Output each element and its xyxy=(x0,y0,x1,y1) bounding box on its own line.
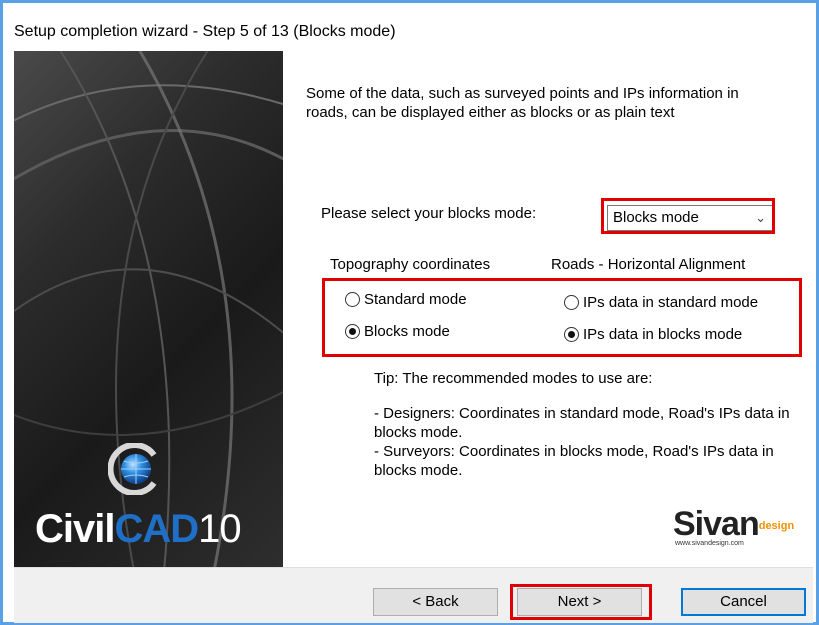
tip-body: - Designers: Coordinates in standard mod… xyxy=(374,404,804,480)
tip-designers: - Designers: Coordinates in standard mod… xyxy=(374,405,790,441)
highlight-radio-group xyxy=(322,278,802,357)
wizard-window: Setup completion wizard - Step 5 of 13 (… xyxy=(0,0,819,625)
highlight-dropdown xyxy=(601,198,775,234)
tip-heading: Tip: The recommended modes to use are: xyxy=(374,370,653,387)
sidebar-banner: CivilCAD10 xyxy=(14,51,283,567)
wizard-content: Some of the data, such as surveyed point… xyxy=(283,51,813,567)
logo-version: 10 xyxy=(198,507,241,551)
logo-cad: CAD xyxy=(114,507,199,551)
cancel-button[interactable]: Cancel xyxy=(681,588,806,616)
window-title: Setup completion wizard - Step 5 of 13 (… xyxy=(14,23,396,40)
topography-heading: Topography coordinates xyxy=(330,256,491,273)
logo-civil: Civil xyxy=(35,507,115,551)
civilcad-globe-icon xyxy=(108,443,157,495)
sivan-logo: Sivandesign www.sivandesign.com xyxy=(673,505,794,547)
roads-heading: Roads - Horizontal Alignment xyxy=(551,256,746,273)
back-button[interactable]: < Back xyxy=(373,588,498,616)
sivan-url: www.sivandesign.com xyxy=(675,540,744,547)
intro-text: Some of the data, such as surveyed point… xyxy=(306,85,739,121)
sivan-name: Sivan xyxy=(673,505,760,543)
blocks-mode-label: Please select your blocks mode: xyxy=(321,205,537,222)
tip-surveyors: - Surveyors: Coordinates in blocks mode,… xyxy=(374,443,774,479)
button-bar: < Back Next > Cancel xyxy=(14,567,813,623)
highlight-next xyxy=(510,584,652,620)
civilcad-logo: CivilCAD10 xyxy=(35,507,242,552)
sivan-suffix: design xyxy=(758,520,795,532)
